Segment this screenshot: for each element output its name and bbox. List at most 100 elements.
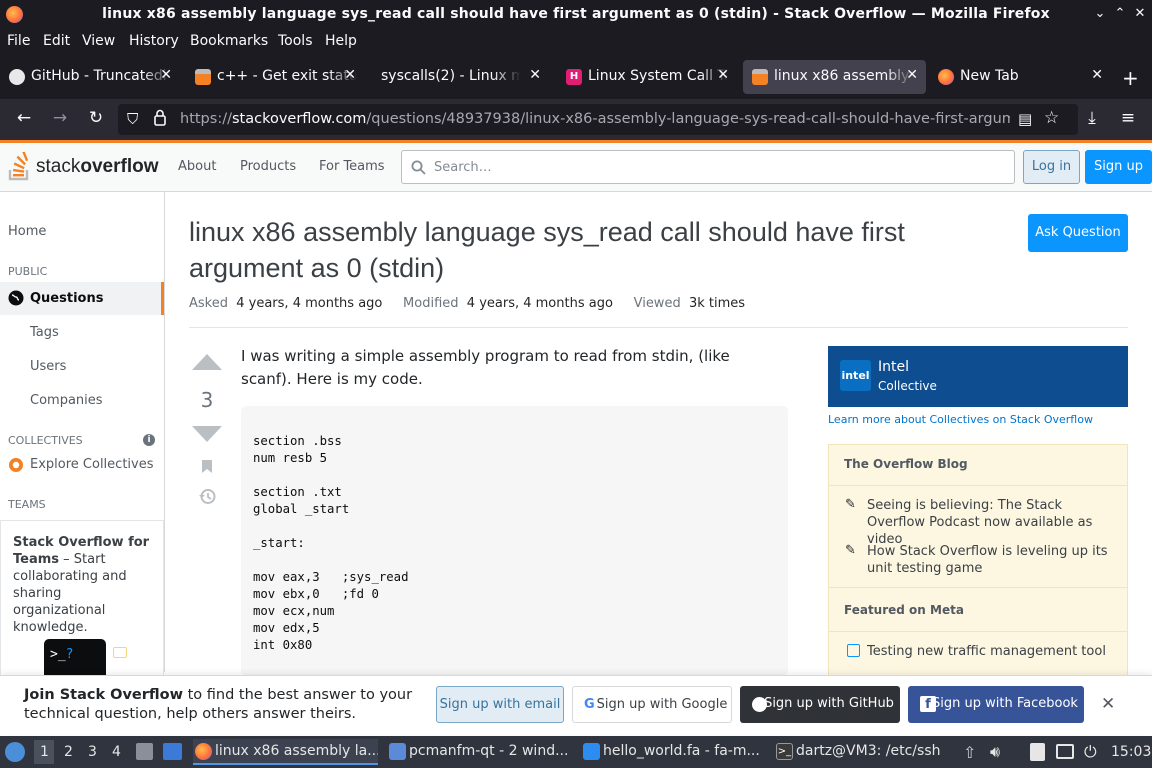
tab-syscalls[interactable]: syscalls(2) - Linux man ✕ [371,60,549,94]
blog-heading: The Overflow Blog [844,457,968,471]
info-icon[interactable]: i [143,434,155,446]
task-label: hello_world.fa - fa-m... [603,743,760,759]
minimize-button[interactable]: ⌄ [1092,6,1108,22]
downvote-icon[interactable] [191,425,223,443]
logo-text: stackoverflow [36,156,159,177]
task-pcmanfm[interactable]: pcmanfm-qt - 2 wind... [387,739,572,765]
workspace-3[interactable]: 3 [88,744,97,760]
sidebar-item-users[interactable]: Users [30,359,66,374]
blog-item-link[interactable]: Seeing is believing: The Stack Overflow … [867,497,1117,548]
menu-help[interactable]: Help [325,33,357,49]
sidebar-item-home[interactable]: Home [8,224,46,239]
task-vscode[interactable]: hello_world.fa - fa-m... [581,739,766,765]
meta-item-link[interactable]: Testing new traffic management tool [867,643,1117,660]
start-menu-icon[interactable] [5,742,25,762]
sidebar-item-explore-collectives[interactable]: Explore Collectives [30,457,154,472]
back-button[interactable]: ← [13,108,35,128]
close-tab-icon[interactable]: ✕ [1091,67,1103,83]
reader-view-icon[interactable]: ▤ [1018,110,1032,128]
clock[interactable]: 15:03 [1111,744,1151,760]
menu-bookmarks[interactable]: Bookmarks [190,33,268,49]
close-banner-button[interactable]: ✕ [1101,694,1115,714]
meta-heading: Featured on Meta [844,603,964,617]
menu-tools[interactable]: Tools [278,33,313,49]
blog-item-link[interactable]: How Stack Overflow is leveling up its un… [867,543,1117,577]
hashnode-icon: H [566,69,582,85]
tray-up-arrow-icon[interactable]: ⇧ [963,743,976,762]
collective-name[interactable]: Intel [878,359,909,375]
stackoverflow-logo[interactable]: stackoverflow [8,152,159,182]
nav-products[interactable]: Products [240,159,296,174]
code-text: section .bss num resb 5 section .txt glo… [253,434,409,652]
upvote-icon[interactable] [191,353,223,371]
tab-github[interactable]: GitHub - Truncatedi ✕ [0,60,180,94]
login-button[interactable]: Log in [1023,150,1080,184]
sidebar-item-tags[interactable]: Tags [30,325,59,340]
close-tab-icon[interactable]: ✕ [344,67,356,83]
tab-strip: GitHub - Truncatedi ✕ c++ - Get exit sta… [0,54,1152,99]
file-manager-launcher-icon[interactable] [136,743,153,760]
hamburger-menu-icon[interactable]: ≡ [1117,108,1139,128]
workspace-1[interactable]: 1 [40,744,49,760]
volume-icon[interactable]: 🔊︎ [990,742,1000,762]
url-text[interactable]: https://stackoverflow.com/questions/4893… [180,111,1010,127]
signup-facebook-button[interactable]: f Sign up with Facebook [908,686,1084,723]
task-firefox[interactable]: linux x86 assembly la... [193,739,378,765]
taskbar: 1 2 3 4 linux x86 assembly la... pcmanfm… [0,736,1152,768]
task-terminal[interactable]: >_ dartz@VM3: /etc/ssh [774,739,959,765]
teams-promo: Stack Overflow for Teams – Start collabo… [0,520,164,681]
sidebar-item-questions[interactable]: Questions [0,282,164,315]
sidebar-item-companies[interactable]: Companies [30,393,103,408]
ask-question-button[interactable]: Ask Question [1028,214,1128,252]
clipboard-icon[interactable] [1030,743,1045,761]
close-tab-icon[interactable]: ✕ [529,67,541,83]
learn-more-link[interactable]: Learn more about Collectives on Stack Ov… [828,413,1093,426]
tab-cpp-exit-status[interactable]: c++ - Get exit statu ✕ [186,60,364,94]
power-plug-icon[interactable]: ⏻ [1084,742,1097,762]
workspace-4[interactable]: 4 [112,744,121,760]
signup-github-label: Sign up with GitHub [764,696,894,711]
search-input[interactable]: Search… [401,150,1015,184]
menu-edit[interactable]: Edit [43,33,70,49]
site-header: stackoverflow About Products For Teams S… [0,140,1152,192]
signup-google-button[interactable]: G Sign up with Google [572,686,732,723]
signup-github-button[interactable]: Sign up with GitHub [740,686,900,723]
question-body: I was writing a simple assembly program … [241,347,730,388]
forward-button[interactable]: → [49,108,71,128]
network-icon[interactable] [1056,744,1074,759]
globe-icon [8,290,24,306]
bookmark-icon[interactable] [201,459,213,474]
banner-text: Join Stack Overflow to find the best ans… [24,686,424,724]
menu-view[interactable]: View [82,33,115,49]
nav-for-teams[interactable]: For Teams [319,159,385,174]
terminal-icon: >_ [776,743,793,760]
tab-new-tab[interactable]: New Tab ✕ [929,60,1111,94]
question-title[interactable]: linux x86 assembly language sys_read cal… [189,214,949,286]
firefox-icon [195,743,212,760]
lock-icon[interactable] [154,109,166,126]
signup-email-button[interactable]: Sign up with email [436,686,564,723]
workspace-2[interactable]: 2 [64,744,73,760]
maximize-button[interactable]: ⌃ [1112,6,1128,22]
shield-icon[interactable]: ⛉ [127,110,138,128]
menu-history[interactable]: History [129,33,179,49]
new-tab-button[interactable]: + [1122,66,1139,90]
close-tab-icon[interactable]: ✕ [906,67,918,83]
tab-label: Linux System Call Tab [588,68,728,84]
bookmark-star-icon[interactable]: ☆ [1044,108,1059,128]
address-bar[interactable]: ⛉ https://stackoverflow.com/questions/48… [118,104,1078,135]
viewed-value: 3k times [688,296,746,311]
show-desktop-icon[interactable] [163,743,182,760]
signup-button[interactable]: Sign up [1085,150,1152,184]
tab-active-stackoverflow[interactable]: linux x86 assembly l ✕ [743,60,926,94]
tab-linux-system-call-table[interactable]: H Linux System Call Tab ✕ [557,60,737,94]
history-icon[interactable] [198,488,216,505]
downloads-icon[interactable]: ⤓ [1081,108,1103,128]
close-tab-icon[interactable]: ✕ [160,67,172,83]
menu-file[interactable]: File [7,33,30,49]
close-window-button[interactable]: ✕ [1132,6,1148,22]
nav-about[interactable]: About [178,159,216,174]
collective-card[interactable]: intel Intel Collective [828,346,1128,407]
reload-button[interactable]: ↻ [85,108,107,128]
close-tab-icon[interactable]: ✕ [717,67,729,83]
